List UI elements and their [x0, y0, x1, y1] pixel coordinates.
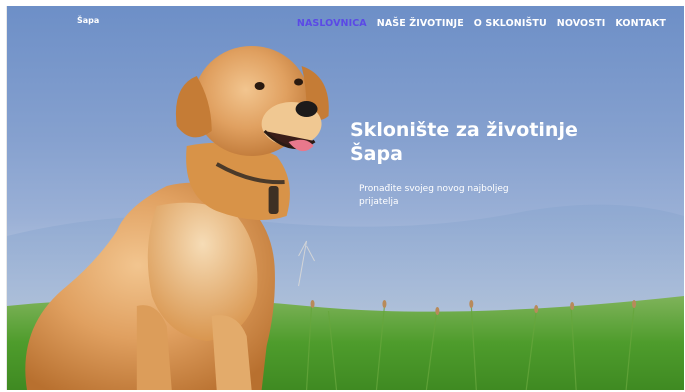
site-logo[interactable]: Šapa [77, 16, 99, 25]
main-navigation: NASLOVNICA NAŠE ŽIVOTINJE O SKLONIŠTU NO… [297, 18, 666, 29]
hero-subtitle-line1: Pronađite svojeg novog najboljeg [359, 184, 509, 194]
hero-title-line2: Šapa [350, 143, 403, 165]
hero-title: Sklonište za životinje Šapa [350, 118, 650, 166]
hero-background-image [7, 6, 684, 390]
nav-item-novosti[interactable]: NOVOSTI [557, 18, 606, 29]
hero-subtitle: Pronađite svojeg novog najboljeg prijate… [359, 183, 539, 209]
nav-item-nase-zivotinje[interactable]: NAŠE ŽIVOTINJE [377, 18, 464, 29]
nav-item-kontakt[interactable]: KONTAKT [615, 18, 666, 29]
hero-section: Šapa NASLOVNICA NAŠE ŽIVOTINJE O SKLONIŠ… [6, 6, 684, 390]
nav-item-o-sklonistu[interactable]: O SKLONIŠTU [474, 18, 547, 29]
nav-item-naslovnica[interactable]: NASLOVNICA [297, 18, 367, 29]
hero-subtitle-line2: prijatelja [359, 197, 399, 207]
hero-title-line1: Sklonište za životinje [350, 119, 578, 141]
